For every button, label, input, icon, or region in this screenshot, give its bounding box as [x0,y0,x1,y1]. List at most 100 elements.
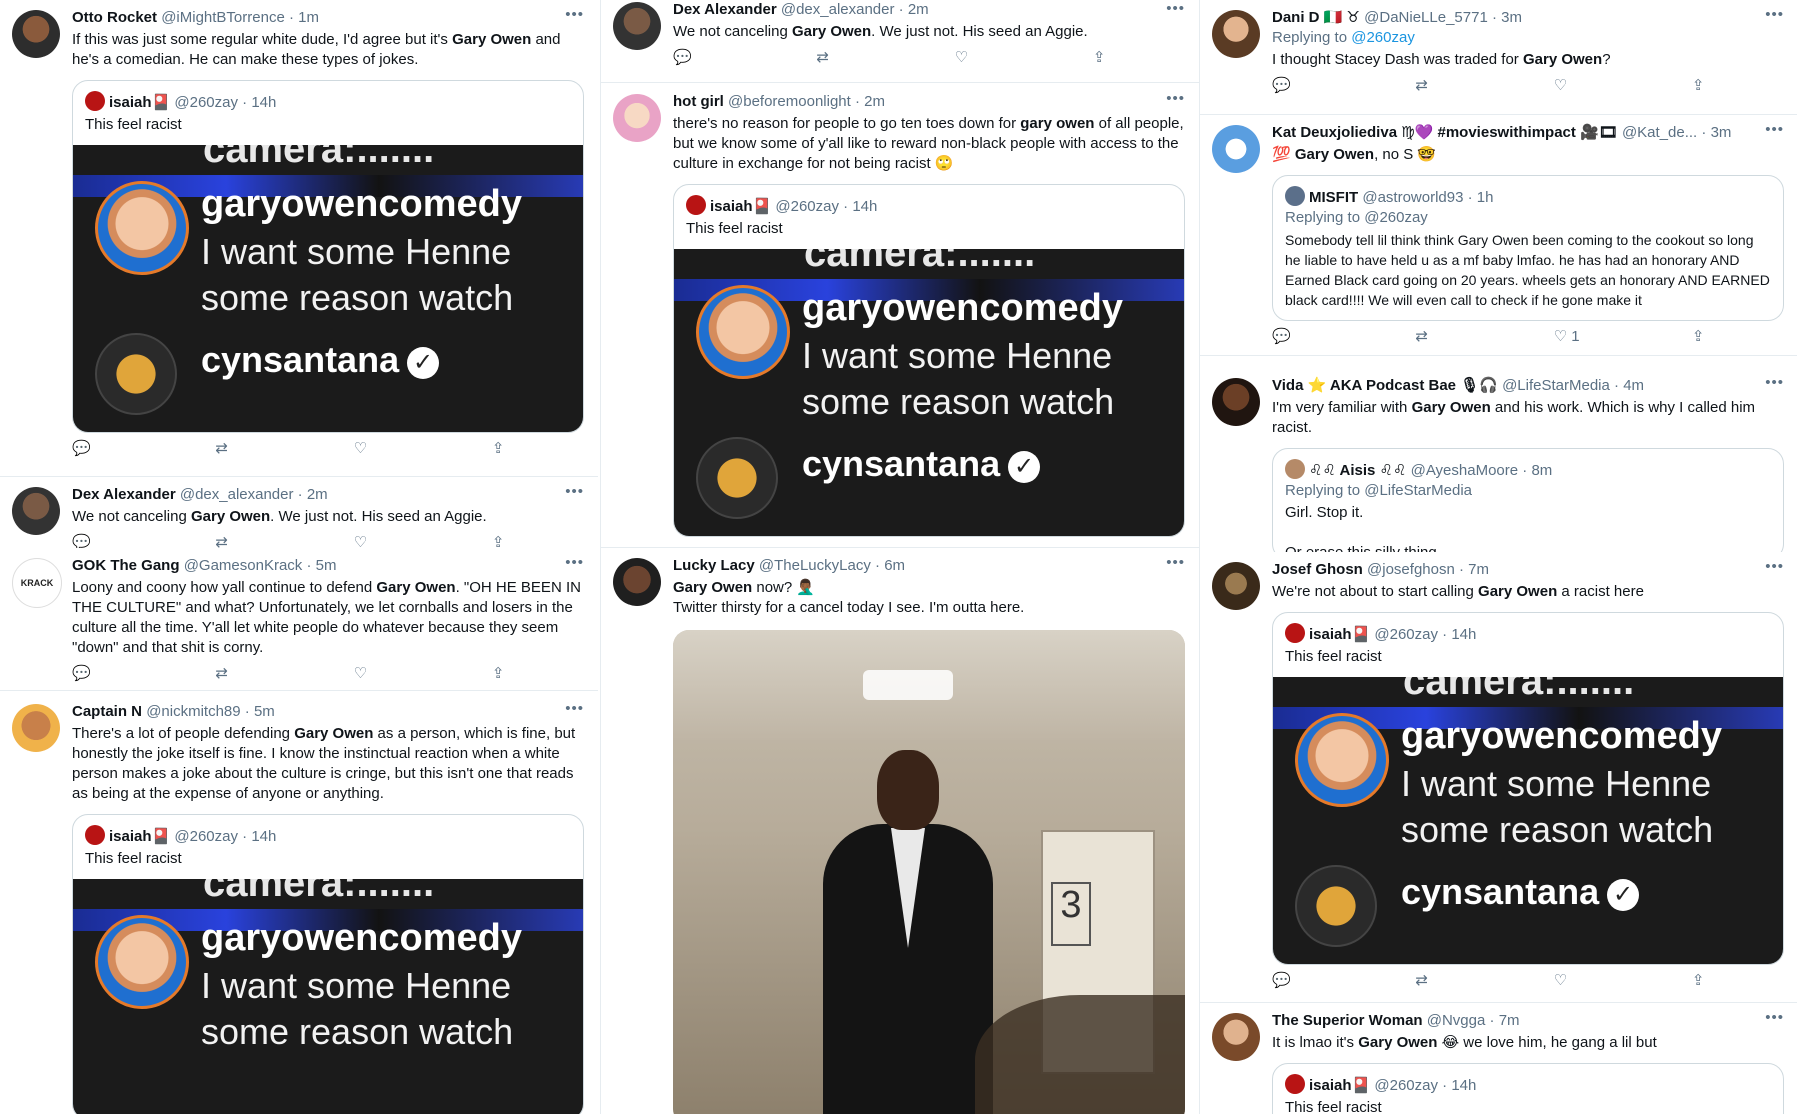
quoted-tweet[interactable]: isaiah🎴 @260zay · 14h This feel racist [1272,1063,1784,1114]
handle[interactable]: @GamesonKrack [184,557,303,574]
timestamp[interactable]: 3m [1501,9,1522,26]
share-icon[interactable]: ⇪ [492,439,505,457]
timestamp[interactable]: 4m [1623,377,1644,394]
handle[interactable]: @josefghosn [1367,561,1455,578]
timestamp[interactable]: 7m [1468,561,1489,578]
handle[interactable]: @Nvgga [1427,1012,1486,1029]
tweet[interactable]: ••• Captain N @nickmitch89 · 5m There's … [0,694,598,1114]
tweet[interactable]: KRACK ••• GOK The Gang @GamesonKrack · 5… [0,548,598,691]
tweet[interactable]: ••• Vida ⭐ AKA Podcast Bae 🎙🎧 @LifeStarM… [1200,368,1797,553]
tweet[interactable]: ••• Otto Rocket @iMightBTorrence · 1m If… [0,0,598,477]
handle[interactable]: @iMightBTorrence [161,9,285,26]
handle[interactable]: @dex_alexander [180,486,294,503]
tweet[interactable]: ••• Dex Alexander @dex_alexander · 2m We… [601,0,1199,83]
like-icon[interactable]: ♡ 1 [1554,327,1580,345]
reply-icon[interactable]: 💬 [1272,971,1291,989]
retweet-icon[interactable]: ⇄ [1415,76,1428,94]
quoted-tweet[interactable]: isaiah🎴 @260zay · 14h This feel racist c… [673,184,1185,537]
handle[interactable]: @nickmitch89 [146,703,240,720]
quoted-media[interactable]: camera:....... garyowencomedy I want som… [73,145,583,432]
display-name[interactable]: Vida ⭐ AKA Podcast Bae 🎙🎧 [1272,377,1498,394]
quoted-tweet[interactable]: MISFIT @astroworld93 · 1h Replying to @2… [1272,175,1784,321]
handle[interactable]: @TheLuckyLacy [759,557,871,574]
display-name[interactable]: GOK The Gang [72,557,180,574]
video-player[interactable]: 3 [673,630,1185,1114]
handle[interactable]: @DaNieLLe_5771 [1364,9,1488,26]
share-icon[interactable]: ⇪ [1692,971,1705,989]
reply-icon[interactable]: 💬 [1272,76,1291,94]
quoted-tweet[interactable]: isaiah🎴 @260zay · 14h This feel racist c… [72,80,584,433]
display-name[interactable]: Otto Rocket [72,9,157,26]
tweet[interactable]: ••• hot girl @beforemoonlight · 2m there… [601,84,1199,548]
tweet[interactable]: ••• Kat Deuxjoliediva ♍💜 #movieswithimpa… [1200,115,1797,356]
avatar[interactable] [12,10,60,58]
share-icon[interactable]: ⇪ [1093,48,1106,66]
reply-icon[interactable]: 💬 [72,439,91,457]
avatar[interactable] [1212,1013,1260,1061]
handle[interactable]: @LifeStarMedia [1502,377,1610,394]
share-icon[interactable]: ⇪ [1692,76,1705,94]
avatar[interactable] [1212,125,1260,173]
tweet-text: there's no reason for people to go ten t… [673,115,1184,172]
avatar[interactable] [1212,10,1260,58]
display-name[interactable]: Kat Deuxjoliediva ♍💜 #movieswithimpact 🎥… [1272,124,1618,141]
like-icon[interactable]: ♡ [1554,76,1567,94]
quoted-text: Somebody tell lil think think Gary Owen … [1285,232,1770,308]
reply-icon[interactable]: 💬 [1272,327,1291,345]
tweet[interactable]: ••• Dani D 🇮🇹 ♉ @DaNieLLe_5771 · 3m Repl… [1200,0,1797,115]
avatar[interactable] [12,704,60,752]
handle[interactable]: @Kat_de... [1622,124,1697,141]
avatar[interactable] [613,558,661,606]
retweet-icon[interactable]: ⇄ [1415,327,1428,345]
like-icon[interactable]: ♡ [1554,971,1567,989]
timestamp[interactable]: 5m [316,557,337,574]
timestamp[interactable]: 1m [298,9,319,26]
handle[interactable]: @dex_alexander [781,1,895,18]
avatar[interactable] [613,2,661,50]
display-name[interactable]: Josef Ghosn [1272,561,1363,578]
profile-photo [1295,865,1377,947]
reply-icon[interactable]: 💬 [673,48,692,66]
avatar[interactable] [613,94,661,142]
quoted-tweet[interactable]: isaiah🎴 @260zay · 14h This feel racist c… [1272,612,1784,965]
timestamp[interactable]: 2m [864,93,885,110]
share-icon[interactable]: ⇪ [1692,327,1705,345]
retweet-icon[interactable]: ⇄ [215,439,228,457]
tweet[interactable]: ••• Dex Alexander @dex_alexander · 2m We… [0,477,598,556]
quoted-media[interactable]: camera:....... garyowencomedy I want som… [674,249,1184,536]
quoted-media[interactable]: camera:....... garyowencomedy I want som… [73,879,583,1114]
quoted-media[interactable]: camera:....... garyowencomedy I want som… [1273,677,1783,964]
share-icon[interactable]: ⇪ [492,664,505,682]
tweet[interactable]: ••• The Superior Woman @Nvgga · 7m It is… [1200,1003,1797,1114]
avatar[interactable] [12,487,60,535]
display-name[interactable]: Dex Alexander [673,1,777,18]
reply-handle-link[interactable]: @260zay [1351,29,1415,46]
timestamp[interactable]: 2m [307,486,328,503]
timestamp[interactable]: 2m [908,1,929,18]
timestamp[interactable]: 6m [884,557,905,574]
avatar[interactable] [1212,378,1260,426]
retweet-icon[interactable]: ⇄ [215,664,228,682]
avatar[interactable] [1212,562,1260,610]
tweet[interactable]: ••• Lucky Lacy @TheLuckyLacy · 6m Gary O… [601,548,1199,1114]
display-name[interactable]: The Superior Woman [1272,1012,1423,1029]
timestamp[interactable]: 7m [1499,1012,1520,1029]
avatar[interactable]: KRACK [12,558,62,608]
retweet-icon[interactable]: ⇄ [816,48,829,66]
display-name[interactable]: hot girl [673,93,724,110]
display-name[interactable]: Lucky Lacy [673,557,755,574]
handle[interactable]: @beforemoonlight [728,93,851,110]
retweet-icon[interactable]: ⇄ [1415,971,1428,989]
display-name[interactable]: Dex Alexander [72,486,176,503]
display-name[interactable]: Dani D 🇮🇹 ♉ [1272,9,1360,26]
quoted-tweet[interactable]: ♌♌ Aisis ♌♌ @AyeshaMoore · 8m Replying t… [1272,448,1784,552]
like-icon[interactable]: ♡ [354,439,367,457]
quoted-tweet[interactable]: isaiah🎴 @260zay · 14h This feel racist c… [72,814,584,1114]
display-name[interactable]: Captain N [72,703,142,720]
timestamp[interactable]: 5m [254,703,275,720]
like-icon[interactable]: ♡ [955,48,968,66]
like-icon[interactable]: ♡ [354,664,367,682]
timestamp[interactable]: 3m [1711,124,1732,141]
tweet[interactable]: ••• Josef Ghosn @josefghosn · 7m We're n… [1200,552,1797,1003]
reply-icon[interactable]: 💬 [72,664,91,682]
